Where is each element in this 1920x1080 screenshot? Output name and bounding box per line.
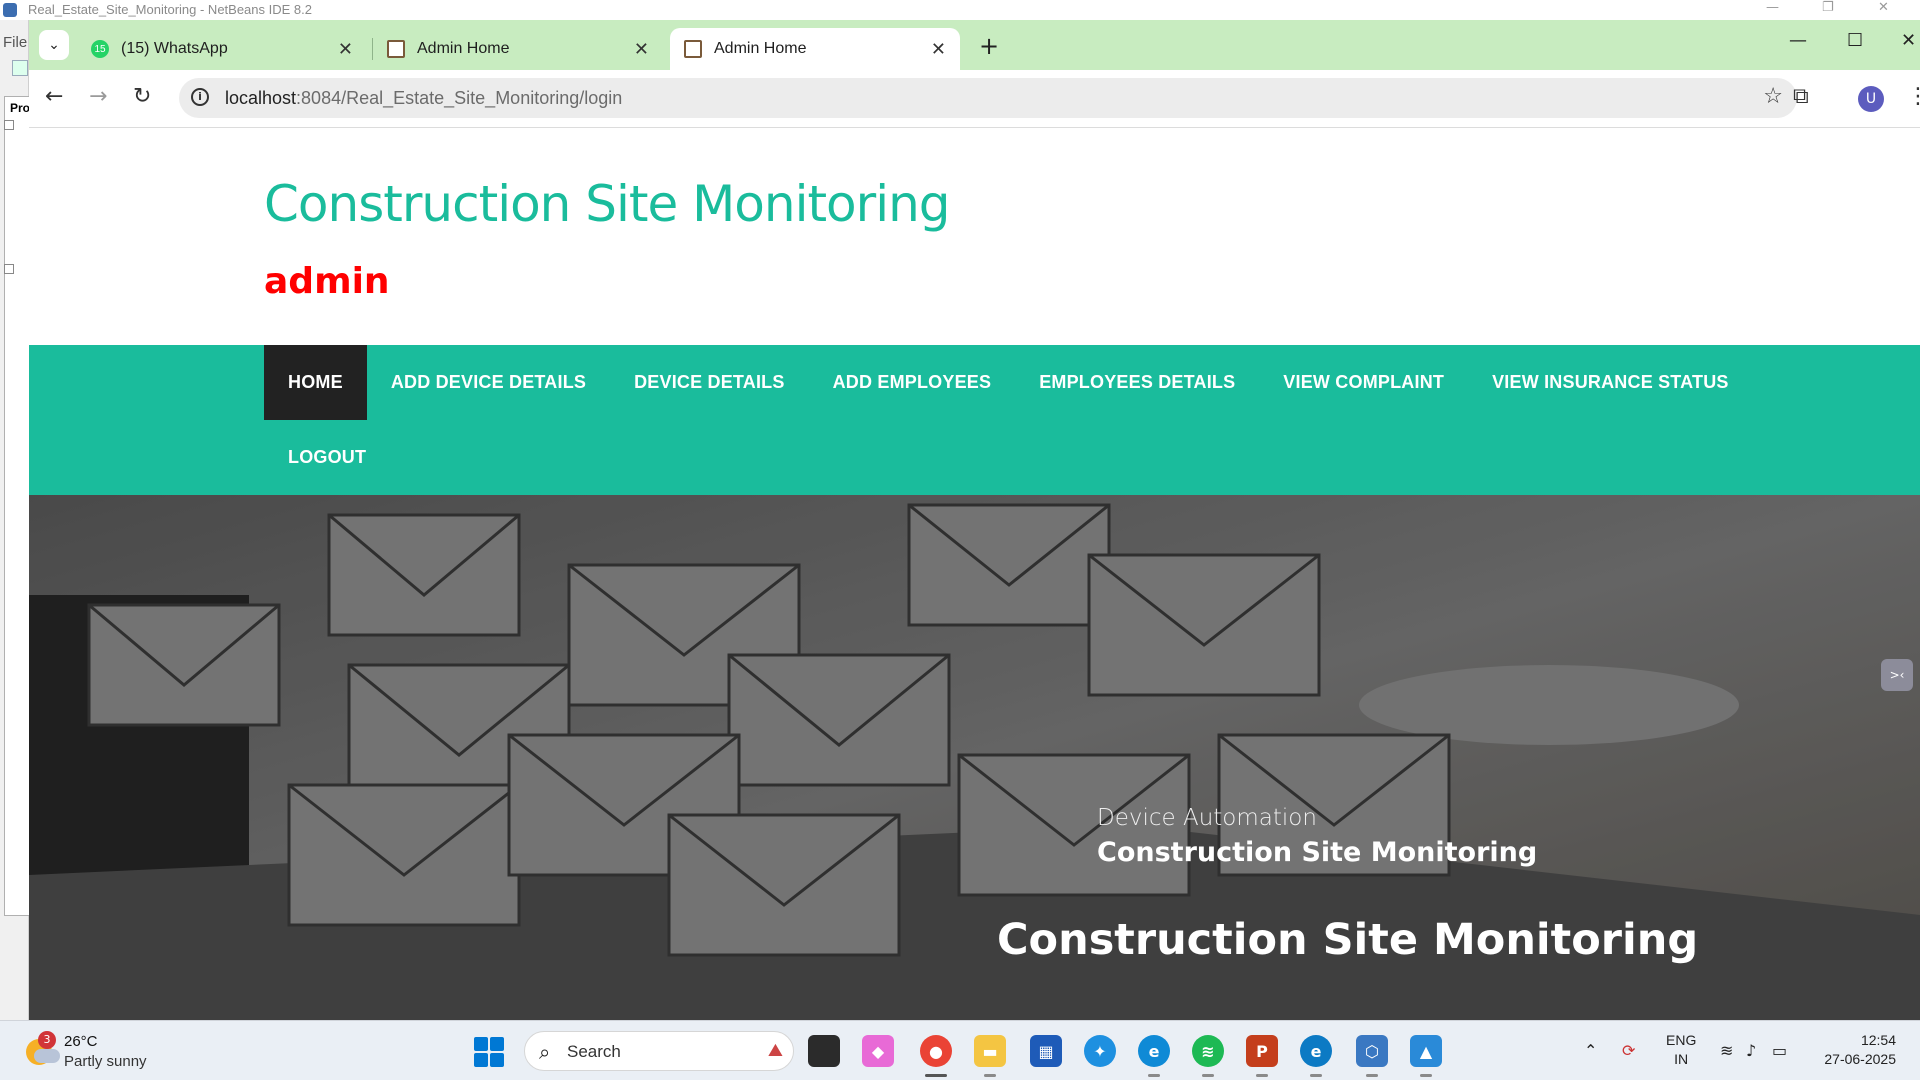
system-clock[interactable]: 12:54 27-06-2025 [1816,1031,1896,1069]
restore-icon[interactable]: ❐ [1822,0,1834,15]
windows-taskbar: 3 26°C Partly sunny ⌕ Search ⛰ ◆ ● ▬ ▦ ✦… [0,1020,1920,1080]
netbeans-taskbar-icon[interactable]: ⬡ [1356,1035,1388,1077]
new-tab-button[interactable]: + [979,32,999,60]
spotify-icon[interactable]: ≋ [1192,1035,1224,1077]
user-label: admin [264,261,390,302]
nav-row-2: LOGOUT [264,420,390,495]
kebab-menu-icon[interactable]: ⋮ [1907,84,1920,109]
nav-view-insurance-status[interactable]: VIEW INSURANCE STATUS [1468,345,1753,420]
forward-arrow-icon[interactable]: → [89,84,107,109]
url-path: :8084/Real_Estate_Site_Monitoring/login [296,88,623,108]
close-window-icon[interactable]: ✕ [1901,30,1916,51]
close-tab-icon[interactable]: ✕ [634,39,649,60]
url-host: localhost [225,88,297,108]
weather-alert-badge: 3 [38,1031,56,1049]
netbeans-side-panel: File Pro [0,20,30,1020]
netbeans-file-menu[interactable]: File [3,34,27,51]
nav-add-device-details[interactable]: ADD DEVICE DETAILS [367,345,610,420]
main-nav: HOME ADD DEVICE DETAILS DEVICE DETAILS A… [29,345,1920,495]
bookmark-star-icon[interactable]: ☆ [1763,84,1783,109]
nav-home[interactable]: HOME [264,345,367,420]
file-explorer-icon[interactable]: ▬ [974,1035,1006,1077]
projects-tab[interactable]: Pro [10,101,30,115]
reload-icon[interactable]: ↻ [133,84,151,109]
weather-widget[interactable]: 3 26°C Partly sunny [24,1031,224,1071]
search-highlight-icon: ⛰ [767,1040,783,1061]
nav-row-1: HOME ADD DEVICE DETAILS DEVICE DETAILS A… [264,345,1753,420]
close-icon[interactable]: ✕ [1878,0,1889,15]
edge-icon[interactable]: e [1138,1035,1170,1077]
hero-banner: Device Automation Construction Site Moni… [29,495,1920,1020]
language-code: ENG [1666,1032,1697,1048]
tab-admin-home-active[interactable]: Admin Home ✕ [670,28,960,70]
chevron-up-icon[interactable]: ⌃ [1584,1041,1597,1060]
language-indicator[interactable]: ENG IN [1666,1031,1696,1069]
windows-start-icon[interactable] [474,1037,504,1067]
netbeans-projects-panel: Pro [4,96,30,916]
clock-time: 12:54 [1860,1032,1896,1048]
back-arrow-icon[interactable]: ← [45,84,63,109]
app-blue-icon[interactable]: ✦ [1084,1035,1116,1067]
tab-label: Admin Home [714,40,807,57]
whatsapp-icon: 15 [91,40,109,58]
nav-device-details[interactable]: DEVICE DETAILS [610,345,808,420]
profile-avatar[interactable]: U [1858,86,1884,112]
netbeans-titlebar: Real_Estate_Site_Monitoring - NetBeans I… [0,0,1920,20]
tab-strip: ⌄ 15 (15) WhatsApp ✕ Admin Home ✕ Admin … [29,20,1920,70]
powerpoint-icon[interactable]: P [1246,1035,1278,1077]
image-favicon-icon [684,40,702,58]
photos-icon[interactable]: ▲ [1410,1035,1442,1077]
tab-label: (15) WhatsApp [121,40,228,57]
extensions-puzzle-icon[interactable]: ⧉ [1793,84,1809,109]
browser-window: ⌄ 15 (15) WhatsApp ✕ Admin Home ✕ Admin … [29,20,1920,1020]
url-text[interactable]: localhost:8084/Real_Estate_Site_Monitori… [225,88,622,109]
taskbar-search[interactable]: ⌕ Search ⛰ [524,1031,794,1071]
minimize-icon[interactable]: — [1766,0,1779,15]
close-tab-icon[interactable]: ✕ [931,39,946,60]
battery-icon[interactable]: ▭ [1772,1041,1787,1060]
search-placeholder: Search [567,1042,621,1061]
close-tab-icon[interactable]: ✕ [338,39,353,60]
sync-icon[interactable]: ⟳ [1622,1041,1635,1060]
nav-view-complaint[interactable]: VIEW COMPLAINT [1259,345,1468,420]
browser-toolbar: ← → ↻ i localhost:8084/Real_Estate_Site_… [29,70,1920,128]
search-icon: ⌕ [539,1040,551,1064]
temperature: 26°C [64,1033,98,1050]
nav-logout[interactable]: LOGOUT [264,420,390,495]
nav-add-employees[interactable]: ADD EMPLOYEES [809,345,1016,420]
volume-icon[interactable]: ♪ [1746,1041,1756,1060]
task-view-icon[interactable] [808,1035,840,1067]
hero-heading: Construction Site Monitoring [997,915,1699,965]
edge-dev-icon[interactable]: e [1300,1035,1332,1077]
copilot-icon[interactable]: ◆ [862,1035,894,1067]
weather-condition: Partly sunny [64,1053,147,1070]
cloud-icon [34,1049,60,1063]
tab-admin-home-1[interactable]: Admin Home ✕ [373,28,663,70]
side-widget-icon[interactable]: >‹ [1881,659,1913,691]
chrome-icon[interactable]: ● [920,1035,952,1077]
chevron-down-icon: ⌄ [48,37,60,53]
tab-label: Admin Home [417,40,510,57]
hero-subtitle: Device Automation [1097,805,1317,831]
tree-expander-icon[interactable] [4,264,14,274]
image-favicon-icon [387,40,405,58]
tab-whatsapp[interactable]: 15 (15) WhatsApp ✕ [77,28,367,70]
wifi-icon[interactable]: ≋ [1720,1041,1733,1060]
netbeans-window-title: Real_Estate_Site_Monitoring - NetBeans I… [28,2,312,17]
site-title: Construction Site Monitoring [264,175,951,233]
web-page: Construction Site Monitoring admin HOME … [29,129,1920,1020]
tab-search-button[interactable]: ⌄ [39,30,69,60]
site-info-icon[interactable]: i [191,88,209,106]
clock-date: 27-06-2025 [1824,1051,1896,1067]
netbeans-logo-icon [3,3,17,17]
tree-expander-icon[interactable] [4,120,14,130]
nav-employees-details[interactable]: EMPLOYEES DETAILS [1015,345,1259,420]
maximize-icon[interactable]: ☐ [1847,30,1863,51]
netbeans-toolbar-icon[interactable] [12,60,28,76]
address-bar[interactable]: i localhost:8084/Real_Estate_Site_Monito… [179,78,1797,118]
microsoft-store-icon[interactable]: ▦ [1030,1035,1062,1067]
region-code: IN [1674,1051,1689,1067]
minimize-icon[interactable]: — [1789,30,1807,51]
hero-subtitle-bold: Construction Site Monitoring [1097,837,1538,868]
